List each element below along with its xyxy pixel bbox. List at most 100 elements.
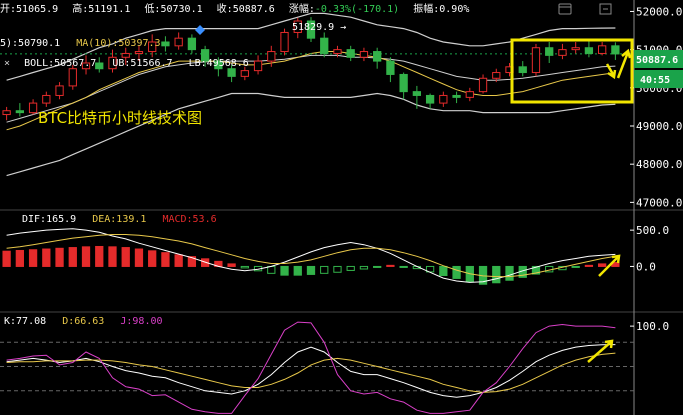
candle-body (187, 37, 197, 51)
high-marker-label: 51829.9 → (292, 22, 346, 33)
boll-value: BOLL:50567.7 (24, 58, 96, 69)
macd-bar (121, 247, 130, 267)
macd-bar (373, 265, 382, 268)
macd-bar (386, 264, 395, 267)
candle-body (425, 94, 435, 104)
candle-body (42, 94, 51, 104)
candle-body (320, 37, 329, 54)
chart-canvas: 47000.048000.049000.050000.051000.052000… (0, 0, 683, 415)
high-label: 高: (72, 2, 88, 15)
price-axis-tick-label: 49000.0 (636, 120, 682, 133)
macd-bar (95, 245, 104, 267)
boll-lb-value: LB:49568.6 (189, 58, 249, 69)
macd-bar (174, 254, 183, 267)
ma5-value: 5):50790.1 (0, 38, 60, 49)
macd-bar (359, 265, 369, 270)
candle-body (584, 47, 594, 54)
macd-bar (492, 265, 501, 284)
macd-axis-tick-label: 500.0 (636, 224, 669, 237)
candle-body (253, 60, 263, 72)
amp-value: 0.90% (439, 4, 469, 15)
macd-bar (452, 265, 461, 279)
boll-legend: × BOLL:50567.7 UB:51566.7 LB:49568.6 (4, 58, 249, 69)
candle-body (399, 73, 408, 93)
candle-body (386, 60, 395, 75)
candle-body (359, 51, 369, 58)
macd-bar (148, 250, 157, 267)
boll-ub-value: UB:51566.7 (112, 58, 172, 69)
close-value: 50887.6 (233, 4, 275, 15)
macd-bar (240, 265, 249, 269)
candle-body (439, 94, 448, 104)
close-label: 收: (217, 2, 233, 15)
candle-body (15, 110, 24, 114)
candle-body (227, 68, 236, 77)
macd-legend: DIF:165.9 DEA:139.1 MACD:53.6 (22, 214, 217, 225)
j-value: J:98.00 (120, 316, 162, 327)
low-label: 低: (144, 2, 160, 15)
close-icon: × (4, 58, 10, 69)
macd-bar (399, 265, 408, 268)
macd-bar (267, 265, 276, 274)
k-value: K:77.08 (4, 316, 46, 327)
amp-label: 振幅: (413, 2, 439, 15)
dea-value: DEA:139.1 (92, 214, 146, 225)
macd-bar (306, 265, 316, 275)
change-value: -0.33%(-170.1) (315, 4, 399, 15)
macd-bar (571, 265, 580, 268)
macd-bar (15, 249, 24, 267)
countdown-value: 40:55 (640, 75, 670, 86)
kdj-axis-tick-label: 100.0 (636, 320, 669, 333)
ma10-value: MA(10):50397.3 (76, 38, 160, 49)
candle-body (28, 102, 38, 114)
macd-bar (81, 246, 91, 267)
candle-body (267, 51, 276, 62)
candle-body (174, 37, 183, 47)
macd-bar (320, 265, 329, 274)
chart-title: BTC比特币小时线技术图 (38, 109, 202, 127)
candle-body (478, 77, 488, 93)
candle-body (161, 41, 170, 47)
candle-body (465, 91, 474, 98)
candle-body (571, 47, 580, 51)
macd-bar (68, 247, 77, 267)
candle-body (598, 45, 607, 54)
candle-body (531, 47, 541, 74)
macd-bar (439, 265, 448, 277)
change-label: 涨幅: (289, 2, 315, 15)
candle-body (452, 94, 461, 98)
macd-bar (134, 248, 144, 267)
macd-bar (598, 263, 607, 267)
macd-bar (161, 252, 170, 267)
candle-body (558, 49, 567, 56)
macd-bar (584, 264, 594, 267)
dif-value: DIF:165.9 (22, 214, 76, 225)
macd-bar (28, 249, 38, 267)
open-label: 开: (0, 4, 16, 15)
macd-bar (227, 263, 236, 267)
open-value: 51065.9 (16, 4, 58, 15)
macd-value: MACD:53.6 (162, 214, 216, 225)
candle-body (492, 72, 501, 79)
candle-body (2, 110, 11, 116)
kdj-legend: K:77.08 D:66.63 J:98.00 (4, 316, 163, 327)
macd-bar (505, 265, 514, 281)
candle-body (545, 47, 554, 56)
low-value: 50730.1 (160, 4, 202, 15)
price-axis-tick-label: 47000.0 (636, 196, 682, 209)
price-tag-value: 50887.6 (636, 55, 678, 66)
macd-bar (42, 248, 51, 267)
macd-bar (2, 250, 11, 267)
candle-body (240, 70, 249, 77)
macd-bar (346, 265, 355, 271)
candle-body (68, 68, 77, 87)
candle-body (611, 45, 620, 55)
macd-axis-tick-label: 0.0 (636, 260, 656, 273)
d-value: D:66.63 (62, 316, 104, 327)
candle-body (412, 91, 422, 96)
macd-bar (55, 247, 64, 267)
macd-bar (108, 246, 117, 267)
macd-bar (293, 265, 302, 276)
macd-bar (333, 265, 342, 273)
candle-body (346, 49, 355, 58)
